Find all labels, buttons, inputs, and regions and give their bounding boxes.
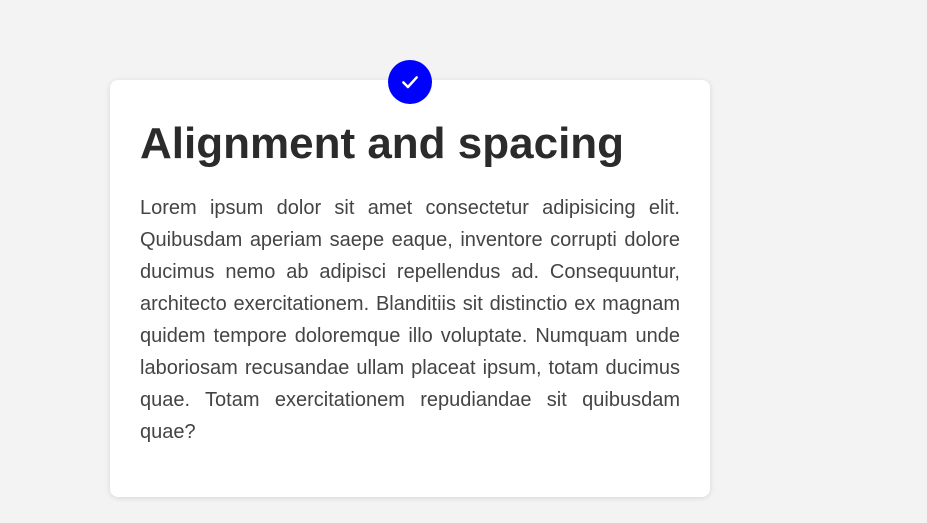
content-card: Alignment and spacing Lorem ipsum dolor … — [110, 60, 710, 497]
card-title: Alignment and spacing — [140, 119, 625, 168]
check-icon — [400, 72, 420, 92]
check-badge — [388, 60, 432, 104]
card-body-text: Lorem ipsum dolor sit amet consectetur a… — [140, 197, 680, 443]
